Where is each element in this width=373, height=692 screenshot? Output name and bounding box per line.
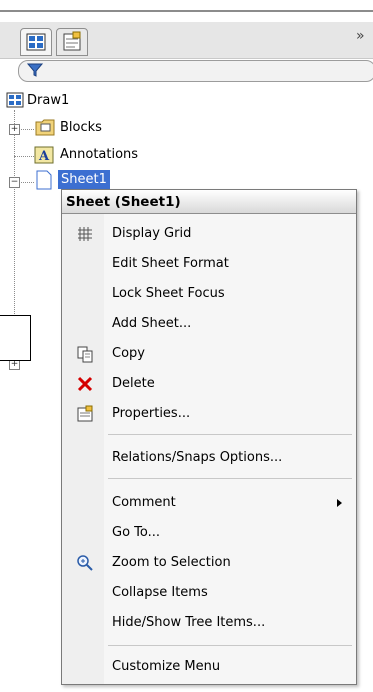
menu-item-label: Lock Sheet Focus: [112, 286, 225, 301]
context-menu: Sheet (Sheet1) Display Grid Edit Sheet F…: [61, 189, 357, 685]
submenu-arrow-icon: [337, 499, 342, 507]
tree-item-sheet1[interactable]: Sheet1: [58, 170, 110, 189]
menu-separator: [108, 478, 352, 479]
menu-item-label: Zoom to Selection: [112, 555, 231, 570]
menu-item-label: Add Sheet...: [112, 316, 192, 331]
menu-item-label: Delete: [112, 376, 155, 391]
menu-item-label: Copy: [112, 346, 145, 361]
menu-item-label: Go To...: [112, 525, 161, 540]
menu-item-lock-sheet-focus[interactable]: Lock Sheet Focus: [62, 279, 356, 309]
menu-item-label: Collapse Items: [112, 585, 208, 600]
annotations-icon: A: [34, 146, 54, 164]
menu-item-label: Customize Menu: [112, 659, 221, 674]
menu-item-delete[interactable]: Delete: [62, 369, 356, 399]
menu-item-properties[interactable]: Properties...: [62, 399, 356, 429]
menu-item-label: Hide/Show Tree Items...: [112, 615, 266, 630]
drawing-icon: [6, 92, 24, 108]
tab-property-manager[interactable]: [56, 28, 88, 56]
menu-item-copy[interactable]: Copy: [62, 339, 356, 369]
menu-item-edit-sheet-format[interactable]: Edit Sheet Format: [62, 249, 356, 279]
menu-item-label: Display Grid: [112, 226, 192, 241]
grid-icon: [78, 227, 92, 241]
menu-item-add-sheet[interactable]: Add Sheet...: [62, 309, 356, 339]
sheet-icon: [36, 170, 52, 190]
tree-item-blocks[interactable]: Blocks: [60, 120, 102, 135]
tree-item-annotations[interactable]: Annotations: [60, 147, 138, 162]
context-menu-title: Sheet (Sheet1): [62, 190, 356, 214]
delete-x-icon: [77, 376, 93, 392]
tree-filter-field[interactable]: [18, 60, 373, 82]
menu-item-label: Relations/Snaps Options...: [112, 450, 283, 465]
menu-item-collapse-items[interactable]: Collapse Items: [62, 578, 356, 608]
menu-separator: [108, 434, 352, 435]
menu-item-label: Edit Sheet Format: [112, 256, 229, 271]
menu-item-zoom-to-selection[interactable]: Zoom to Selection: [62, 548, 356, 578]
menu-item-label: Comment: [112, 495, 176, 510]
expand-panel-chevrons[interactable]: »: [356, 28, 365, 44]
menu-item-label: Properties...: [112, 406, 191, 421]
menu-separator: [108, 645, 352, 646]
tab-feature-manager[interactable]: [20, 28, 52, 56]
tree-expander-sheet1[interactable]: −: [9, 177, 20, 188]
tree-expander-blocks[interactable]: +: [9, 124, 20, 135]
copy-icon: [77, 346, 93, 363]
menu-item-customize-menu[interactable]: Customize Menu: [62, 652, 356, 682]
menu-item-go-to[interactable]: Go To...: [62, 518, 356, 548]
top-divider: [0, 10, 373, 12]
zoom-icon: [77, 555, 93, 571]
tree-connector-line: [14, 156, 34, 157]
menu-item-relations-snaps[interactable]: Relations/Snaps Options...: [62, 443, 356, 473]
feature-tree-icon: [26, 33, 46, 51]
menu-item-hide-show-tree[interactable]: Hide/Show Tree Items...: [62, 608, 356, 638]
blocks-folder-icon: [35, 119, 55, 136]
annotation-callout-box: [0, 315, 31, 361]
menu-item-display-grid[interactable]: Display Grid: [62, 219, 356, 249]
menu-item-comment[interactable]: Comment: [62, 488, 356, 518]
filter-funnel-icon[interactable]: [26, 62, 44, 82]
tree-root-draw1[interactable]: Draw1: [27, 93, 69, 108]
svg-text:A: A: [38, 149, 50, 164]
properties-icon: [77, 405, 93, 422]
properties-icon: [63, 31, 81, 51]
